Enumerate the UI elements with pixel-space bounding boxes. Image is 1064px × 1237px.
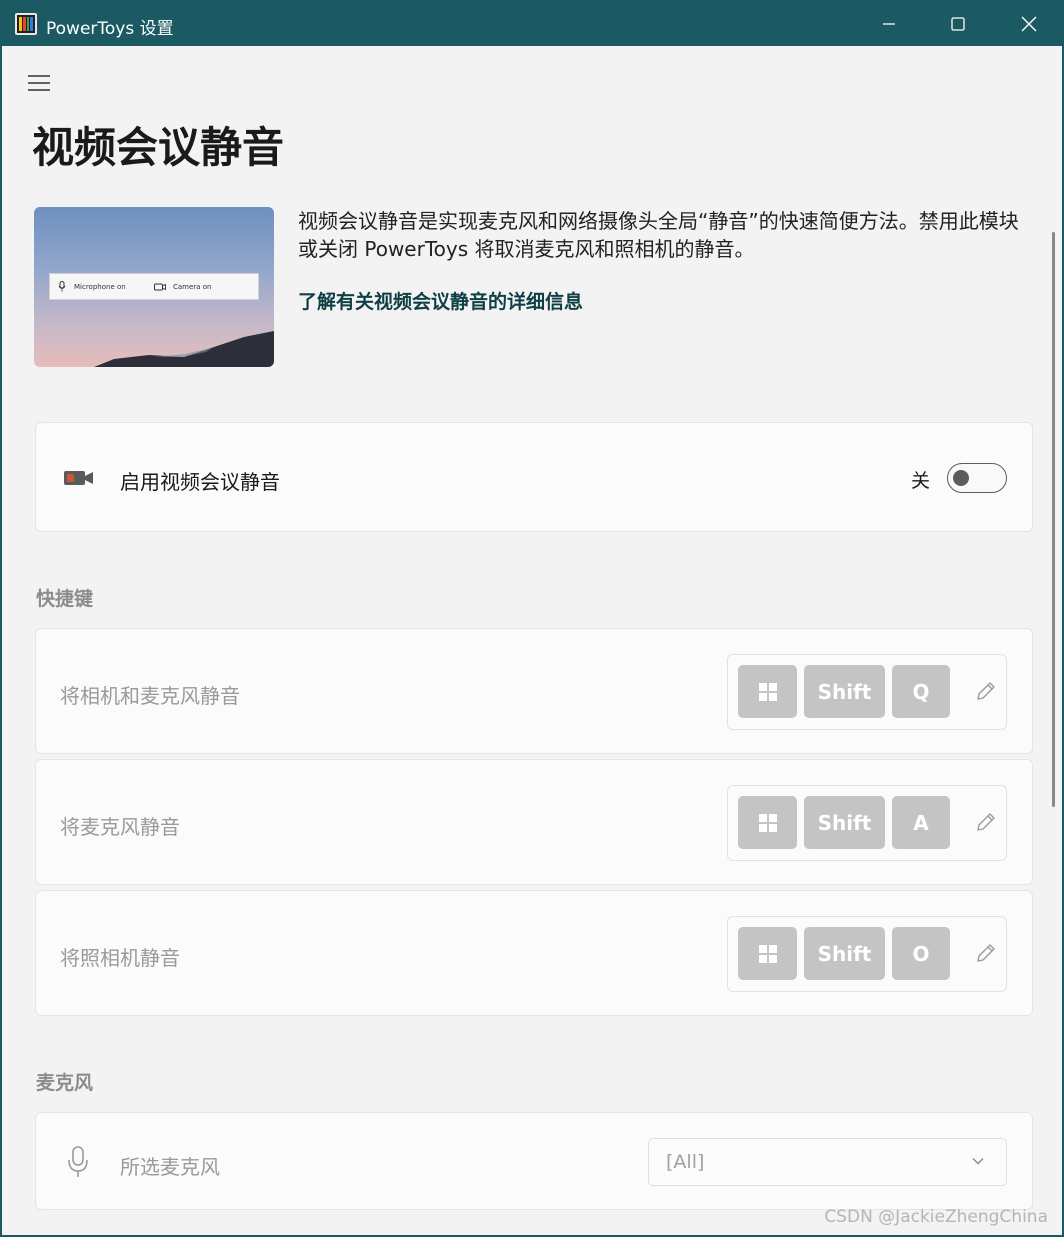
windows-logo-icon	[758, 813, 777, 832]
hero-image: Microphone on Camera on	[34, 207, 274, 367]
enable-module-label: 启用视频会议静音	[120, 470, 280, 494]
chevron-down-icon	[972, 1158, 984, 1165]
minimize-icon	[883, 23, 895, 25]
close-icon	[1021, 16, 1037, 32]
hero-mic-label: Microphone on	[74, 282, 126, 291]
toggle-state-label: 关	[910, 470, 930, 492]
mountain-illustration	[94, 331, 274, 367]
microphone-icon	[68, 1146, 88, 1177]
edit-pencil-icon[interactable]	[974, 810, 998, 834]
watermark: CSDN @JackieZhengChina	[824, 1207, 1048, 1227]
toggle-knob	[953, 470, 969, 486]
key-shift: Shift	[804, 927, 885, 980]
key-letter: A	[892, 796, 950, 849]
windows-logo-icon	[758, 944, 777, 963]
shortcut-label: 将麦克风静音	[60, 815, 180, 839]
navigation-menu-button[interactable]	[26, 72, 52, 94]
microphone-heading: 麦克风	[36, 1072, 94, 1094]
hero-camera-icon	[154, 283, 166, 290]
shortcut-row: 将照相机静音 Shift O	[35, 890, 1033, 1016]
powertoys-window: PowerToys 设置 视频会议静音 Microphone on Camera…	[0, 0, 1064, 1237]
shortcut-row: 将相机和麦克风静音 Shift Q	[35, 628, 1033, 754]
microphone-dropdown[interactable]: [All]	[648, 1138, 1007, 1186]
hotkey-display: Shift A	[727, 785, 1007, 861]
learn-more-link[interactable]: 了解有关视频会议静音的详细信息	[298, 287, 583, 314]
microphone-select-label: 所选麦克风	[120, 1155, 220, 1179]
key-win	[738, 796, 797, 849]
hamburger-menu-icon	[28, 75, 50, 91]
shortcut-label: 将照相机静音	[60, 946, 180, 970]
page-title: 视频会议静音	[32, 123, 285, 172]
hotkey-display: Shift O	[727, 916, 1007, 992]
key-win	[738, 927, 797, 980]
enable-module-card: 启用视频会议静音 关	[35, 422, 1033, 532]
key-shift: Shift	[804, 796, 885, 849]
hero-camera-label: Camera on	[173, 282, 212, 291]
shortcut-label: 将相机和麦克风静音	[60, 684, 240, 708]
vertical-scrollbar[interactable]	[1052, 232, 1055, 807]
edit-pencil-icon[interactable]	[974, 679, 998, 703]
hero-microphone-icon	[58, 281, 66, 292]
shortcuts-heading: 快捷键	[36, 588, 94, 610]
close-button[interactable]	[994, 2, 1064, 46]
key-letter: O	[892, 927, 950, 980]
title-bar[interactable]: PowerToys 设置	[2, 2, 1062, 46]
key-letter: Q	[892, 665, 950, 718]
shortcut-row: 将麦克风静音 Shift A	[35, 759, 1033, 885]
module-description: 视频会议静音是实现麦克风和网络摄像头全局“静音”的快速简便方法。禁用此模块或关闭…	[298, 209, 1019, 261]
window-title: PowerToys 设置	[46, 19, 174, 39]
key-win	[738, 665, 797, 718]
maximize-icon	[951, 17, 965, 31]
hero-toolbar: Microphone on Camera on	[49, 273, 259, 300]
windows-logo-icon	[758, 682, 777, 701]
powertoys-logo-icon	[15, 13, 37, 35]
maximize-button[interactable]	[923, 2, 993, 46]
dropdown-selected-value: [All]	[666, 1151, 705, 1173]
hotkey-display: Shift Q	[727, 654, 1007, 730]
key-shift: Shift	[804, 665, 885, 718]
edit-pencil-icon[interactable]	[974, 941, 998, 965]
enable-module-toggle[interactable]	[947, 463, 1007, 493]
microphone-select-card: 所选麦克风 [All]	[35, 1112, 1033, 1210]
video-camera-icon	[64, 471, 93, 485]
minimize-button[interactable]	[854, 2, 924, 46]
